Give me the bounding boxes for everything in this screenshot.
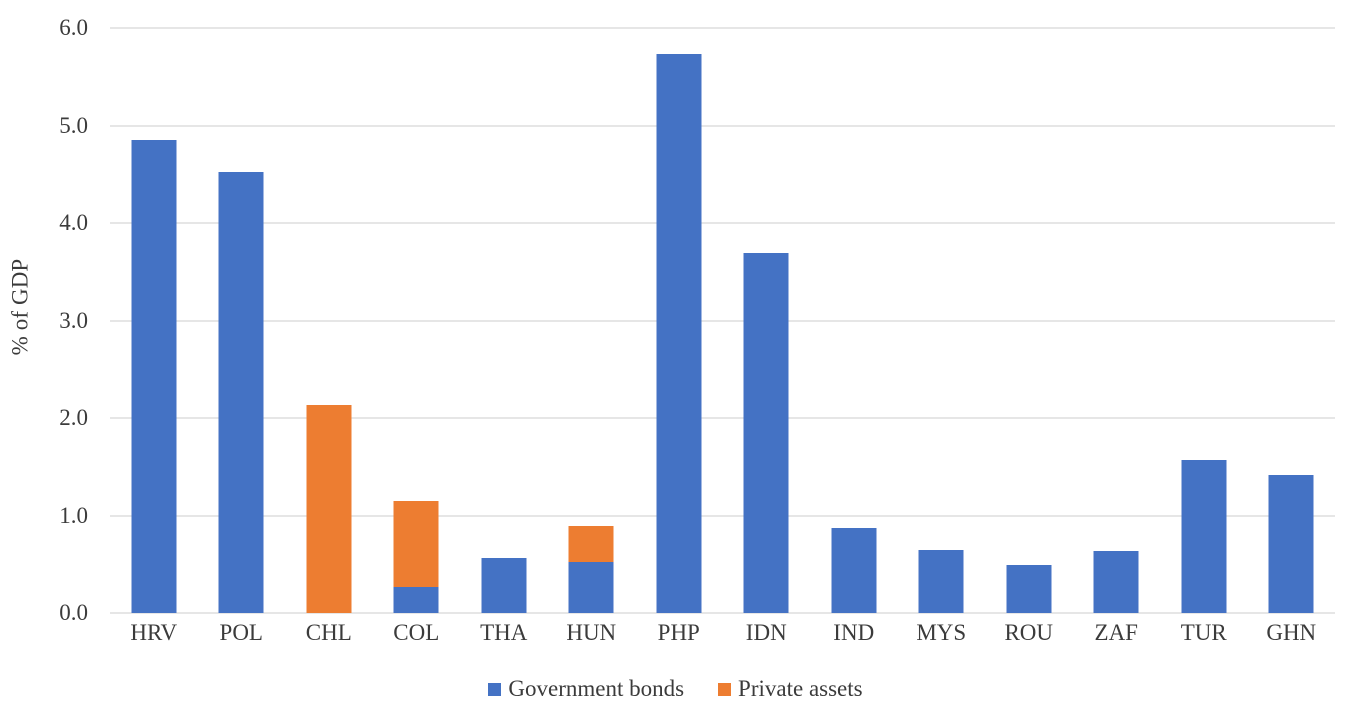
legend-label: Private assets <box>738 676 863 701</box>
bar-stack[interactable] <box>743 253 789 613</box>
bar-stack[interactable] <box>656 54 702 613</box>
y-axis-tick-label: 4.0 <box>59 210 88 235</box>
bar-stack[interactable] <box>1006 565 1052 613</box>
bar-stack[interactable] <box>918 549 964 613</box>
bar-group[interactable] <box>285 28 373 613</box>
x-axis-tick-label: HRV <box>130 620 178 645</box>
y-axis-tick-label: 5.0 <box>59 112 88 138</box>
legend-item[interactable]: Government bonds <box>488 676 684 702</box>
bar-segment[interactable] <box>131 140 177 613</box>
y-axis-tick-label: 3.0 <box>59 307 88 333</box>
bar-segment[interactable] <box>1268 474 1314 613</box>
bar-stack[interactable] <box>831 528 877 613</box>
bar-segment[interactable] <box>1006 565 1052 613</box>
x-axis-tick-label: HUN <box>566 620 617 645</box>
bar-segment[interactable] <box>656 54 702 613</box>
bar-segment[interactable] <box>393 586 439 613</box>
bar-segment[interactable] <box>831 528 877 613</box>
bar-group[interactable] <box>723 28 811 613</box>
bar-stack[interactable] <box>218 172 264 613</box>
bar-stack[interactable] <box>1268 474 1314 613</box>
plot-area <box>110 27 1335 614</box>
y-axis-tick-labels: 6.0 5.0 4.0 3.0 2.0 1.0 0.0 <box>0 15 100 625</box>
bar-segment[interactable] <box>743 253 789 613</box>
bar-stack[interactable] <box>1181 459 1227 613</box>
bar-group[interactable] <box>810 28 898 613</box>
x-axis-tick-label: POL <box>219 620 263 645</box>
bar-group[interactable] <box>1248 28 1336 613</box>
bar-stack[interactable] <box>1093 550 1139 613</box>
y-axis-tick-label: 0.0 <box>59 600 88 625</box>
bar-group[interactable] <box>110 28 198 613</box>
x-axis-tick-label: IDN <box>745 620 787 645</box>
bar-group[interactable] <box>198 28 286 613</box>
bar-stack[interactable] <box>306 405 352 613</box>
y-axis-tick-label: 6.0 <box>59 15 88 40</box>
chart-legend: Government bonds Private assets <box>0 676 1351 702</box>
bar-stack[interactable] <box>481 558 527 613</box>
x-axis-tick-label: ZAF <box>1094 620 1138 645</box>
bar-group[interactable] <box>635 28 723 613</box>
bar-stack[interactable] <box>393 500 439 613</box>
x-axis-tick-label: COL <box>393 620 440 645</box>
bar-segment[interactable] <box>306 405 352 613</box>
y-axis-tick-label: 2.0 <box>59 405 88 430</box>
bar-stack[interactable] <box>131 140 177 613</box>
bar-segment[interactable] <box>1093 550 1139 613</box>
x-axis-tick-label: THA <box>480 620 528 645</box>
bar-segment[interactable] <box>393 500 439 587</box>
x-axis-tick-label: GHN <box>1266 620 1317 645</box>
bar-group[interactable] <box>1073 28 1161 613</box>
chart-container: % of GDP 6.0 5.0 4.0 3.0 2.0 1.0 0.0 HRV POL CHL… <box>0 0 1351 726</box>
x-axis-tick-label: TUR <box>1180 620 1227 645</box>
legend-swatch-icon <box>488 682 502 696</box>
bar-group[interactable] <box>898 28 986 613</box>
bar-segment[interactable] <box>1181 459 1227 613</box>
x-axis-tick-label: IND <box>833 620 875 645</box>
x-axis-tick-label: MYS <box>916 620 967 645</box>
x-axis-tick-label: ROU <box>1004 620 1054 645</box>
bar-stack[interactable] <box>568 526 614 613</box>
bar-group[interactable] <box>460 28 548 613</box>
bar-group[interactable] <box>548 28 636 613</box>
bar-segment[interactable] <box>218 172 264 613</box>
legend-label: Government bonds <box>508 676 685 701</box>
bar-group[interactable] <box>985 28 1073 613</box>
bar-segment[interactable] <box>918 549 964 613</box>
bar-segment[interactable] <box>481 558 527 613</box>
legend-swatch-icon <box>718 682 732 696</box>
bar-segment[interactable] <box>568 562 614 613</box>
bar-segment[interactable] <box>568 526 614 563</box>
legend-item[interactable]: Private assets <box>718 676 863 702</box>
y-axis-tick-label: 1.0 <box>59 502 88 528</box>
bar-group[interactable] <box>373 28 461 613</box>
bar-group[interactable] <box>1160 28 1248 613</box>
x-axis-tick-labels: HRV POL CHL COL THA HUN PHP IDN IND MYS ROU ZAF TUR G… <box>110 620 1335 660</box>
x-axis-tick-label: CHL <box>305 620 352 645</box>
x-axis-tick-label: PHP <box>657 620 700 645</box>
bars-layer <box>110 28 1335 613</box>
